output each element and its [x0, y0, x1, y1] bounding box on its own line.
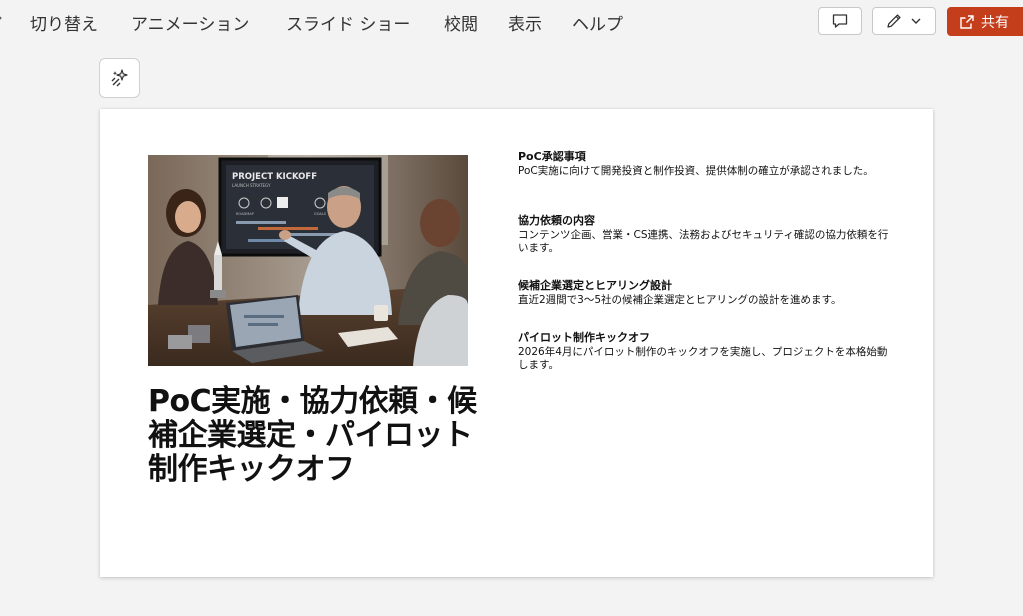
kickoff-meeting-photo[interactable]: PROJECT KICKOFF LAUNCH STRATEGY ROADMAP … — [148, 155, 468, 366]
section-body: 2026年4月にパイロット制作のキックオフを実施し、プロジェクトを本格始動します… — [518, 346, 888, 371]
screen-label-goals: GOALS — [314, 212, 327, 216]
section-heading: 候補企業選定とヒアリング設計 — [518, 279, 672, 292]
pencil-icon — [887, 14, 901, 28]
section-body: 直近2週間で3～5社の候補企業選定とヒアリングの設計を進めます。 — [518, 294, 842, 306]
menu-animations[interactable]: アニメーション — [131, 10, 249, 35]
editing-mode-button[interactable] — [872, 7, 936, 35]
menu-overflow-edge: › — [0, 8, 3, 28]
section-heading: パイロット制作キックオフ — [518, 331, 650, 344]
share-button[interactable]: 共有 — [947, 7, 1023, 36]
section-heading: 協力依頼の内容 — [518, 214, 595, 227]
section-body: コンテンツ企画、営業・CS連携、法務およびセキュリティ確認の協力依頼を行います。 — [518, 229, 889, 254]
screen-label-roadmap: ROADMAP — [236, 212, 254, 216]
menu-view[interactable]: 表示 — [508, 10, 542, 35]
menu-transitions[interactable]: 切り替え — [30, 10, 98, 35]
screen-subtitle: LAUNCH STRATEGY — [232, 183, 271, 188]
chevron-down-icon — [911, 18, 921, 24]
section-poc-approval[interactable]: PoC承認事項 PoC実施に向けて開発投資と制作投資、提供体制の確立が承認されま… — [518, 149, 890, 178]
share-icon — [960, 14, 974, 29]
designer-button[interactable] — [99, 58, 140, 98]
share-label: 共有 — [981, 14, 1009, 31]
section-body: PoC実施に向けて開発投資と制作投資、提供体制の確立が承認されました。 — [518, 165, 874, 177]
comment-icon — [832, 14, 848, 28]
slide-canvas[interactable]: PROJECT KICKOFF LAUNCH STRATEGY ROADMAP … — [100, 109, 933, 577]
section-pilot-kickoff[interactable]: パイロット制作キックオフ 2026年4月にパイロット制作のキックオフを実施し、プ… — [518, 330, 890, 372]
comments-button[interactable] — [818, 7, 862, 35]
menu-review[interactable]: 校閲 — [444, 10, 478, 35]
section-cooperation-request[interactable]: 協力依頼の内容 コンテンツ企画、営業・CS連携、法務およびセキュリティ確認の協力… — [518, 213, 890, 255]
section-heading: PoC承認事項 — [518, 150, 586, 163]
menu-slideshow[interactable]: スライド ショー — [286, 10, 410, 35]
screen-title: PROJECT KICKOFF — [232, 172, 317, 182]
menu-help[interactable]: ヘルプ — [572, 10, 623, 35]
slide-title[interactable]: PoC実施・協力依頼・候補企業選定・パイロット制作キックオフ — [148, 385, 478, 487]
sparkle-wand-icon — [111, 69, 128, 87]
ribbon-menubar: › 切り替え アニメーション スライド ショー 校閲 表示 ヘルプ 共有 — [0, 0, 1023, 44]
section-candidate-selection[interactable]: 候補企業選定とヒアリング設計 直近2週間で3～5社の候補企業選定とヒアリングの設… — [518, 278, 890, 307]
